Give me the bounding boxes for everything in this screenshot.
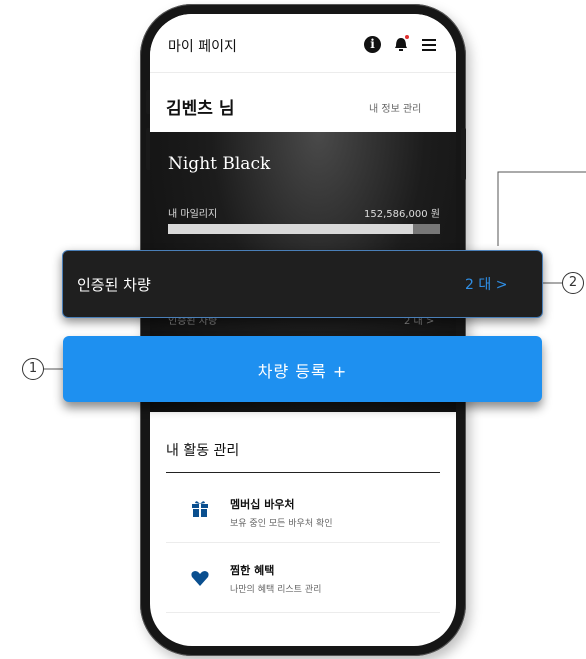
register-vehicle-label: 차량 등록 + [257, 362, 348, 381]
callout-marker-1: 1 [22, 358, 44, 380]
callout-certified-count: 2 대 > [465, 277, 508, 293]
register-vehicle-button[interactable]: 차량 등록 + [63, 336, 542, 402]
certified-vehicles-callout[interactable]: 인증된 차량 2 대 > [62, 250, 543, 318]
callout-marker-2: 2 [562, 272, 584, 294]
callout-certified-label: 인증된 차량 [77, 276, 151, 294]
callout-leader-lines [42, 171, 586, 370]
